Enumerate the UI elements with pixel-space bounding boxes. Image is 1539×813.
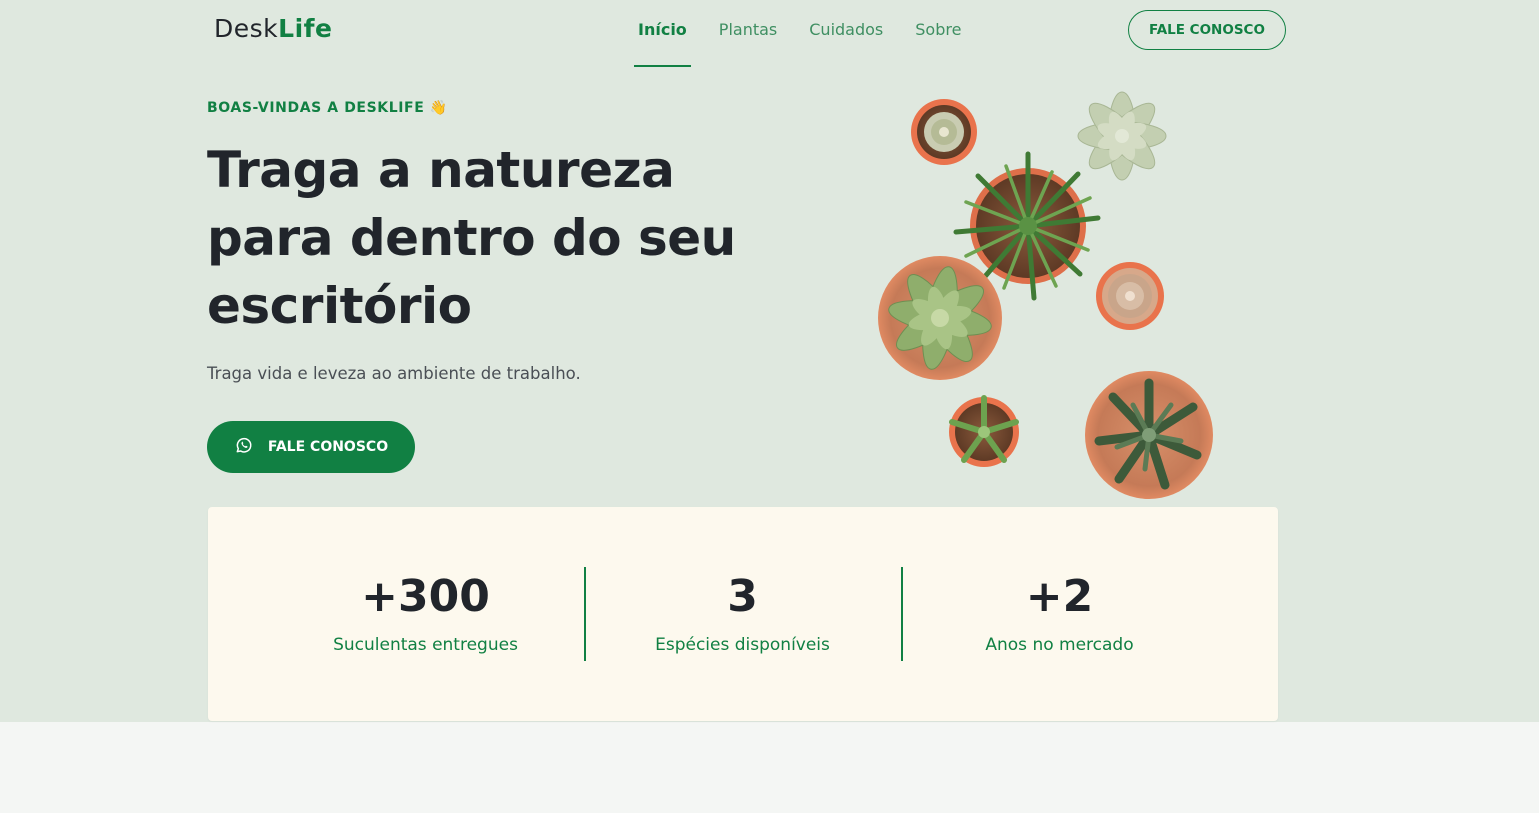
brand-logo[interactable]: DeskLife [214, 14, 332, 43]
main-nav: Início Plantas Cuidados Sobre [634, 0, 993, 68]
stat-value: 3 [727, 571, 758, 622]
haworthia-pot [1085, 371, 1213, 499]
hero-eyebrow: BOAS-VINDAS A DESKLIFE 👋 [207, 100, 448, 116]
small-cactus-pot [911, 99, 977, 165]
nav-item-inicio[interactable]: Início [634, 0, 691, 67]
succulents-illustration [878, 91, 1213, 499]
header-contact-button[interactable]: FALE CONOSCO [1128, 10, 1286, 50]
round-cactus-pot [1096, 262, 1164, 330]
stats-card: +300 Suculentas entregues 3 Espécies dis… [208, 507, 1278, 721]
hero-subtitle: Traga vida e leveza ao ambiente de traba… [207, 364, 581, 383]
brand-name-part2: Life [278, 14, 333, 43]
stat-value: +2 [1025, 571, 1094, 622]
whatsapp-icon [234, 435, 254, 459]
stat-anos: +2 Anos no mercado [901, 567, 1218, 661]
stat-label: Suculentas entregues [333, 635, 518, 655]
hero-contact-button-label: FALE CONOSCO [267, 439, 389, 455]
hero-title: Traga a natureza para dentro do seu escr… [207, 141, 736, 335]
stat-suculentas: +300 Suculentas entregues [267, 567, 584, 661]
stat-value: +300 [361, 571, 490, 622]
nav-item-plantas[interactable]: Plantas [719, 0, 777, 67]
stat-label: Anos no mercado [985, 635, 1134, 655]
stat-especies: 3 Espécies disponíveis [584, 567, 901, 661]
stat-label: Espécies disponíveis [655, 635, 830, 655]
brand-name-part1: Desk [214, 14, 279, 43]
echeveria-pot [878, 256, 1002, 380]
hero-contact-button[interactable]: FALE CONOSCO [207, 421, 415, 473]
pale-rosette [1077, 91, 1167, 181]
star-succulent-pot [949, 395, 1019, 467]
nav-item-cuidados[interactable]: Cuidados [809, 0, 883, 67]
nav-item-sobre[interactable]: Sobre [915, 0, 961, 67]
